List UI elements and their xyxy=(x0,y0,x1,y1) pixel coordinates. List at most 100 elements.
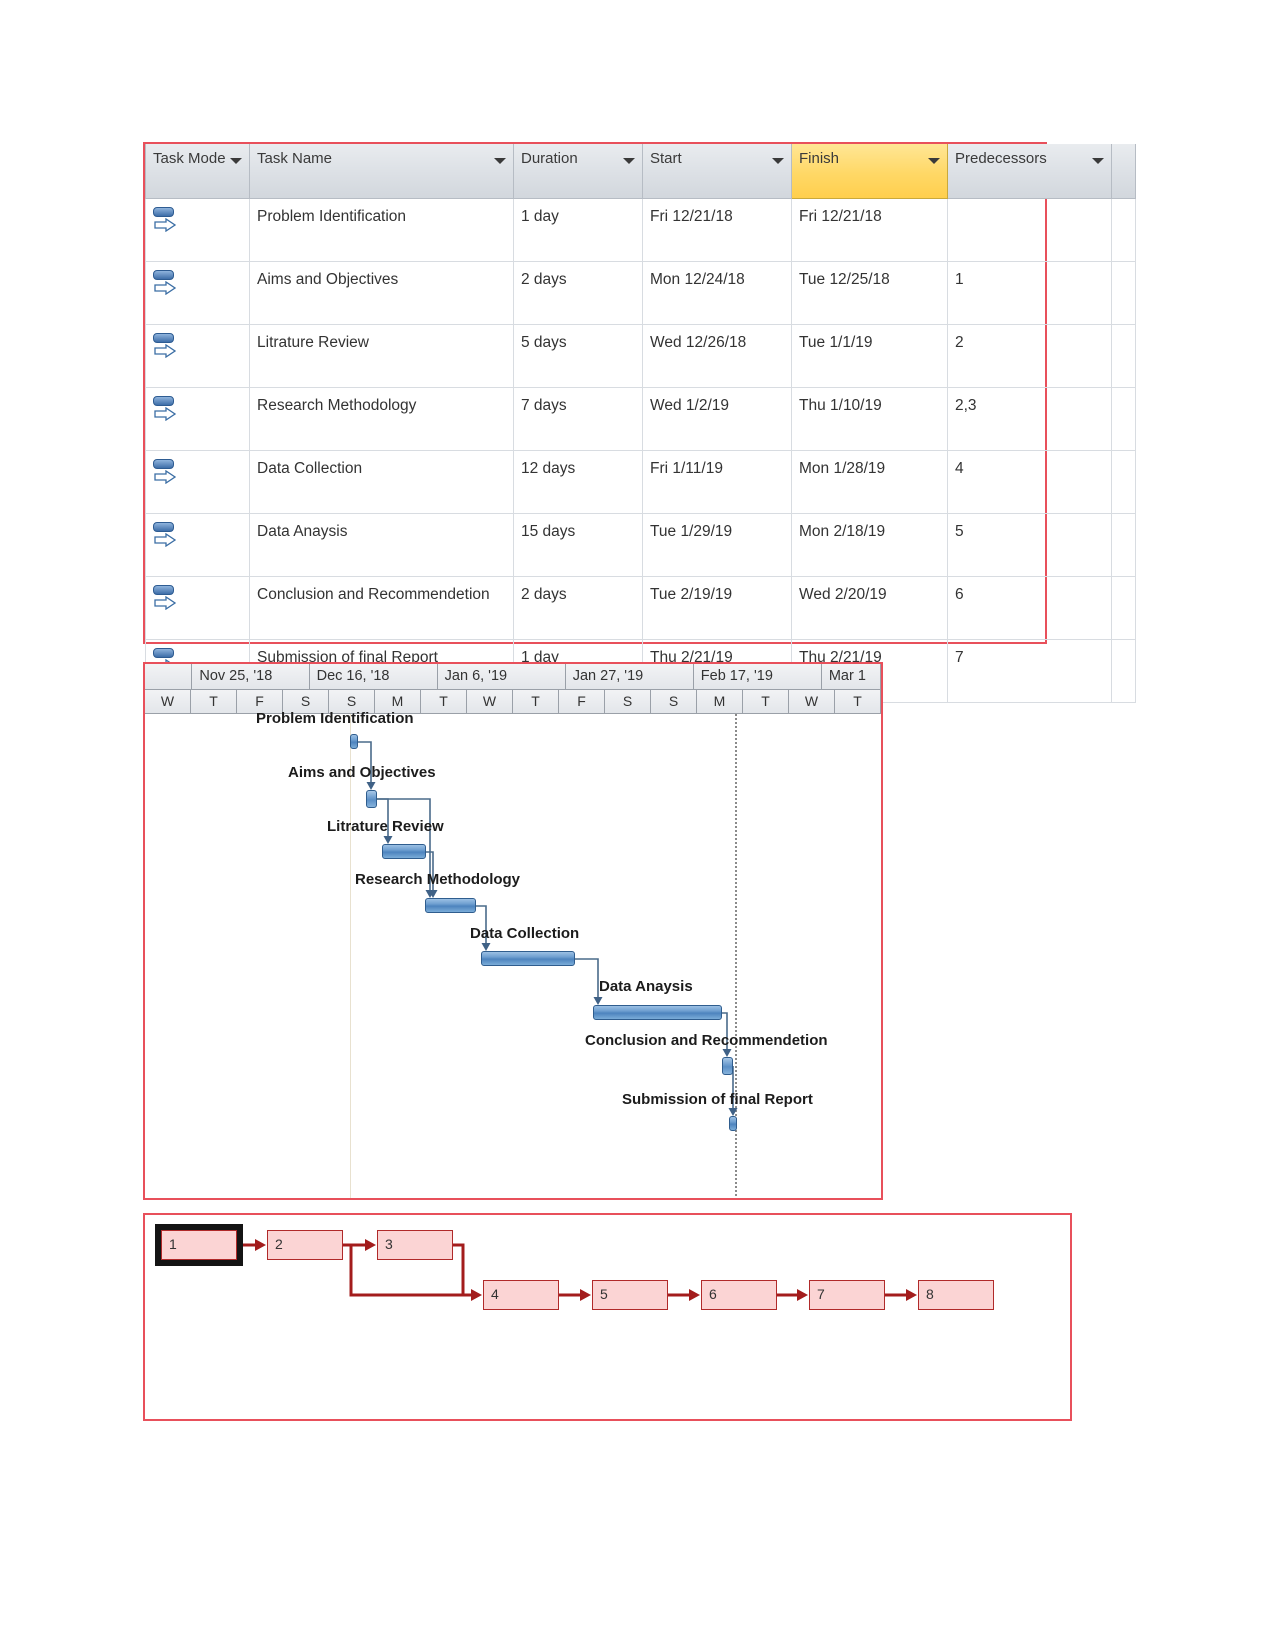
table-row[interactable]: Conclusion and Recommendetion 2 days Tue 2… xyxy=(145,576,1136,640)
finish-cell[interactable]: Wed 2/20/19 xyxy=(791,576,948,640)
duration-cell[interactable]: 15 days xyxy=(513,513,643,577)
column-header-finish[interactable]: Finish xyxy=(791,144,948,199)
duration-cell[interactable]: 2 days xyxy=(513,576,643,640)
gantt-bar[interactable] xyxy=(722,1057,733,1075)
duration-cell-text: 7 days xyxy=(521,397,567,414)
chevron-down-icon[interactable] xyxy=(772,158,784,164)
network-node[interactable]: 1 xyxy=(161,1230,237,1260)
task-name-cell[interactable]: Litrature Review xyxy=(249,324,514,388)
start-cell-text: Fri 12/21/18 xyxy=(650,208,733,225)
chevron-down-icon[interactable] xyxy=(494,158,506,164)
start-cell[interactable]: Wed 1/2/19 xyxy=(642,387,792,451)
table-row[interactable]: Problem Identification 1 day Fri 12/21/18 F… xyxy=(145,198,1136,262)
task-mode-cell[interactable] xyxy=(145,387,250,451)
timeline-major-cell: Jan 6, '19 xyxy=(438,664,566,689)
chevron-down-icon[interactable] xyxy=(230,158,242,164)
start-cell[interactable]: Fri 12/21/18 xyxy=(642,198,792,262)
predecessors-cell[interactable]: 4 xyxy=(947,450,1112,514)
task-mode-cell[interactable] xyxy=(145,576,250,640)
column-header-label: Finish xyxy=(799,150,840,167)
table-row[interactable]: Data Collection 12 days Fri 1/11/19 Mon 1/2… xyxy=(145,450,1136,514)
gantt-bar[interactable] xyxy=(350,734,358,749)
timeline-minor-cell: W xyxy=(145,690,191,713)
predecessors-cell[interactable]: 1 xyxy=(947,261,1112,325)
column-header-extra[interactable] xyxy=(1111,144,1136,199)
network-node[interactable]: 4 xyxy=(483,1280,559,1310)
gantt-bar[interactable] xyxy=(425,898,476,913)
column-header-start[interactable]: Start xyxy=(642,144,792,199)
task-mode-cell[interactable] xyxy=(145,513,250,577)
column-header-predecessors[interactable]: Predecessors xyxy=(947,144,1112,199)
network-node[interactable]: 5 xyxy=(592,1280,668,1310)
finish-cell[interactable]: Tue 12/25/18 xyxy=(791,261,948,325)
duration-cell[interactable]: 7 days xyxy=(513,387,643,451)
network-node-label: 8 xyxy=(926,1286,934,1302)
predecessors-cell[interactable]: 2,3 xyxy=(947,387,1112,451)
predecessors-cell[interactable]: 6 xyxy=(947,576,1112,640)
task-name-cell[interactable]: Conclusion and Recommendetion xyxy=(249,576,514,640)
task-mode-cell[interactable] xyxy=(145,198,250,262)
predecessors-cell[interactable]: 2 xyxy=(947,324,1112,388)
task-name-cell[interactable]: Data Anaysis xyxy=(249,513,514,577)
extra-cell xyxy=(1111,513,1136,577)
column-header-task-name[interactable]: Task Name xyxy=(249,144,514,199)
predecessors-cell[interactable] xyxy=(947,198,1112,262)
task-mode-cell[interactable] xyxy=(145,324,250,388)
task-table-header: Task Mode Task Name Duration Start Finis… xyxy=(145,144,1136,199)
start-cell-text: Wed 1/2/19 xyxy=(650,397,729,414)
duration-cell-text: 2 days xyxy=(521,271,567,288)
table-row[interactable]: Data Anaysis 15 days Tue 1/29/19 Mon 2/18/1… xyxy=(145,513,1136,577)
predecessors-cell[interactable]: 7 xyxy=(947,639,1112,703)
timeline-major-cell xyxy=(145,664,193,689)
gantt-bar[interactable] xyxy=(382,844,426,859)
gantt-bar[interactable] xyxy=(729,1116,737,1131)
gantt-bar[interactable] xyxy=(481,951,575,966)
gantt-bar[interactable] xyxy=(366,790,377,808)
network-node[interactable]: 2 xyxy=(267,1230,343,1260)
timeline-major-cell: Nov 25, '18 xyxy=(192,664,310,689)
chevron-down-icon[interactable] xyxy=(623,158,635,164)
predecessors-cell-text: 1 xyxy=(955,271,964,288)
finish-cell[interactable]: Fri 12/21/18 xyxy=(791,198,948,262)
finish-cell[interactable]: Thu 1/10/19 xyxy=(791,387,948,451)
task-name-cell[interactable]: Data Collection xyxy=(249,450,514,514)
column-header-label: Task Name xyxy=(257,150,333,167)
duration-cell[interactable]: 2 days xyxy=(513,261,643,325)
duration-cell[interactable]: 5 days xyxy=(513,324,643,388)
network-node[interactable]: 6 xyxy=(701,1280,777,1310)
table-row[interactable]: Litrature Review 5 days Wed 12/26/18 Tue 1/… xyxy=(145,324,1136,388)
start-cell[interactable]: Wed 12/26/18 xyxy=(642,324,792,388)
start-cell[interactable]: Tue 2/19/19 xyxy=(642,576,792,640)
chevron-down-icon[interactable] xyxy=(1092,158,1104,164)
table-row[interactable]: Research Methodology 7 days Wed 1/2/19 Thu … xyxy=(145,387,1136,451)
task-name-cell[interactable]: Research Methodology xyxy=(249,387,514,451)
auto-schedule-icon xyxy=(153,333,179,363)
start-cell[interactable]: Tue 1/29/19 xyxy=(642,513,792,577)
duration-cell[interactable]: 12 days xyxy=(513,450,643,514)
task-name-cell[interactable]: Aims and Objectives xyxy=(249,261,514,325)
predecessors-cell[interactable]: 5 xyxy=(947,513,1112,577)
task-mode-cell[interactable] xyxy=(145,450,250,514)
start-cell[interactable]: Mon 12/24/18 xyxy=(642,261,792,325)
timeline-minor-cell: S xyxy=(605,690,651,713)
duration-cell[interactable]: 1 day xyxy=(513,198,643,262)
network-node-label: 6 xyxy=(709,1286,717,1302)
timeline-minor-cell: S xyxy=(651,690,697,713)
network-node[interactable]: 8 xyxy=(918,1280,994,1310)
finish-cell[interactable]: Mon 2/18/19 xyxy=(791,513,948,577)
task-name-cell[interactable]: Problem Identification xyxy=(249,198,514,262)
column-header-duration[interactable]: Duration xyxy=(513,144,643,199)
network-node[interactable]: 7 xyxy=(809,1280,885,1310)
finish-cell[interactable]: Mon 1/28/19 xyxy=(791,450,948,514)
finish-cell-text: Tue 1/1/19 xyxy=(799,334,873,351)
table-row[interactable]: Aims and Objectives 2 days Mon 12/24/18 Tue… xyxy=(145,261,1136,325)
start-cell[interactable]: Fri 1/11/19 xyxy=(642,450,792,514)
column-header-task-mode[interactable]: Task Mode xyxy=(145,144,250,199)
network-node[interactable]: 3 xyxy=(377,1230,453,1260)
chevron-down-icon[interactable] xyxy=(928,158,940,164)
task-mode-cell[interactable] xyxy=(145,261,250,325)
task-table-body: Problem Identification 1 day Fri 12/21/18 F… xyxy=(145,198,1136,703)
gantt-bar[interactable] xyxy=(593,1005,722,1020)
task-table-panel: Task Mode Task Name Duration Start Finis… xyxy=(143,142,1136,703)
finish-cell[interactable]: Tue 1/1/19 xyxy=(791,324,948,388)
